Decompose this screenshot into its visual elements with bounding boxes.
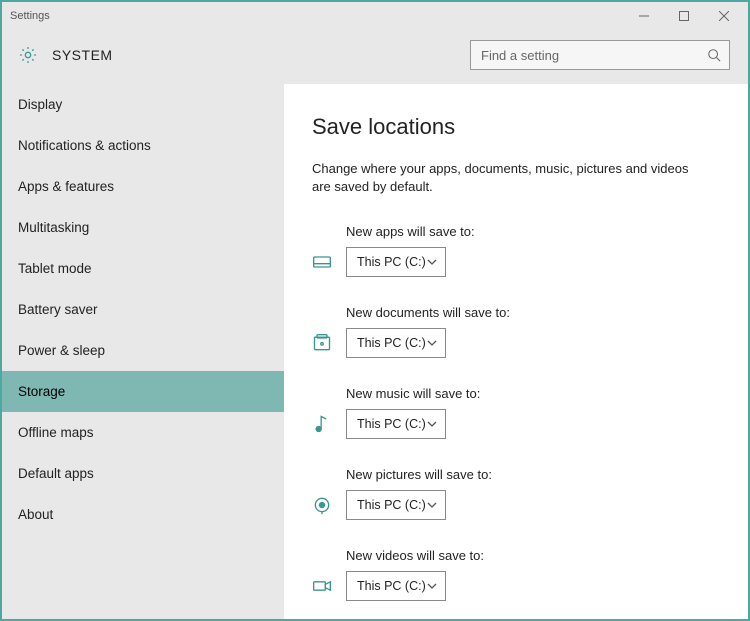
chevron-down-icon <box>427 583 437 589</box>
chevron-down-icon <box>427 421 437 427</box>
dropdown-value: This PC (C:) <box>357 255 426 269</box>
dropdown-value: This PC (C:) <box>357 579 426 593</box>
header-right <box>470 40 730 70</box>
search-input[interactable] <box>481 48 707 63</box>
setting-label: New documents will save to: <box>346 305 510 320</box>
sidebar-label: Offline maps <box>18 425 94 440</box>
sidebar-label: Apps & features <box>18 179 114 194</box>
sidebar-label: Storage <box>18 384 65 399</box>
setting-label: New pictures will save to: <box>346 467 492 482</box>
setting-label: New music will save to: <box>346 386 480 401</box>
header-left: SYSTEM <box>18 45 113 65</box>
maximize-icon <box>679 11 689 21</box>
sidebar: Display Notifications & actions Apps & f… <box>2 84 284 619</box>
music-dropdown[interactable]: This PC (C:) <box>346 409 446 439</box>
sidebar-item-display[interactable]: Display <box>2 84 284 125</box>
gear-icon <box>18 45 38 65</box>
search-box[interactable] <box>470 40 730 70</box>
close-icon <box>719 11 729 21</box>
pictures-icon <box>312 495 332 515</box>
setting-videos: New videos will save to: This PC (C:) <box>312 548 720 601</box>
sidebar-item-apps-features[interactable]: Apps & features <box>2 166 284 207</box>
pictures-dropdown[interactable]: This PC (C:) <box>346 490 446 520</box>
section-title: SYSTEM <box>52 47 113 63</box>
titlebar: Settings <box>2 2 748 30</box>
apps-icon <box>312 252 332 272</box>
sidebar-label: About <box>18 507 53 522</box>
sidebar-item-default-apps[interactable]: Default apps <box>2 453 284 494</box>
apps-dropdown[interactable]: This PC (C:) <box>346 247 446 277</box>
dropdown-value: This PC (C:) <box>357 336 426 350</box>
documents-dropdown[interactable]: This PC (C:) <box>346 328 446 358</box>
sidebar-item-multitasking[interactable]: Multitasking <box>2 207 284 248</box>
minimize-icon <box>639 11 649 21</box>
sidebar-item-about[interactable]: About <box>2 494 284 535</box>
dropdown-value: This PC (C:) <box>357 498 426 512</box>
page-title: Save locations <box>312 114 720 140</box>
documents-icon <box>312 333 332 353</box>
page-description: Change where your apps, documents, music… <box>312 160 702 196</box>
setting-music: New music will save to: This PC (C:) <box>312 386 720 439</box>
sidebar-label: Power & sleep <box>18 343 105 358</box>
close-button[interactable] <box>704 3 744 29</box>
chevron-down-icon <box>427 502 437 508</box>
window-title: Settings <box>10 10 624 22</box>
main-panel: Save locations Change where your apps, d… <box>284 84 748 619</box>
dropdown-value: This PC (C:) <box>357 417 426 431</box>
setting-documents: New documents will save to: This PC (C:) <box>312 305 720 358</box>
sidebar-item-battery-saver[interactable]: Battery saver <box>2 289 284 330</box>
music-icon <box>312 414 332 434</box>
search-icon <box>707 48 721 62</box>
setting-label: New videos will save to: <box>346 548 484 563</box>
content: Display Notifications & actions Apps & f… <box>2 84 748 619</box>
sidebar-item-offline-maps[interactable]: Offline maps <box>2 412 284 453</box>
header: SYSTEM <box>2 30 748 84</box>
minimize-button[interactable] <box>624 3 664 29</box>
setting-label: New apps will save to: <box>346 224 475 239</box>
sidebar-item-tablet-mode[interactable]: Tablet mode <box>2 248 284 289</box>
maximize-button[interactable] <box>664 3 704 29</box>
sidebar-label: Default apps <box>18 466 94 481</box>
sidebar-item-storage[interactable]: Storage <box>2 371 284 412</box>
setting-pictures: New pictures will save to: This PC (C:) <box>312 467 720 520</box>
videos-icon <box>312 576 332 596</box>
sidebar-item-power-sleep[interactable]: Power & sleep <box>2 330 284 371</box>
sidebar-label: Battery saver <box>18 302 98 317</box>
sidebar-label: Tablet mode <box>18 261 92 276</box>
sidebar-label: Multitasking <box>18 220 89 235</box>
sidebar-label: Notifications & actions <box>18 138 151 153</box>
chevron-down-icon <box>427 340 437 346</box>
window-controls <box>624 3 744 29</box>
setting-apps: New apps will save to: This PC (C:) <box>312 224 720 277</box>
sidebar-item-notifications[interactable]: Notifications & actions <box>2 125 284 166</box>
videos-dropdown[interactable]: This PC (C:) <box>346 571 446 601</box>
chevron-down-icon <box>427 259 437 265</box>
sidebar-label: Display <box>18 97 62 112</box>
